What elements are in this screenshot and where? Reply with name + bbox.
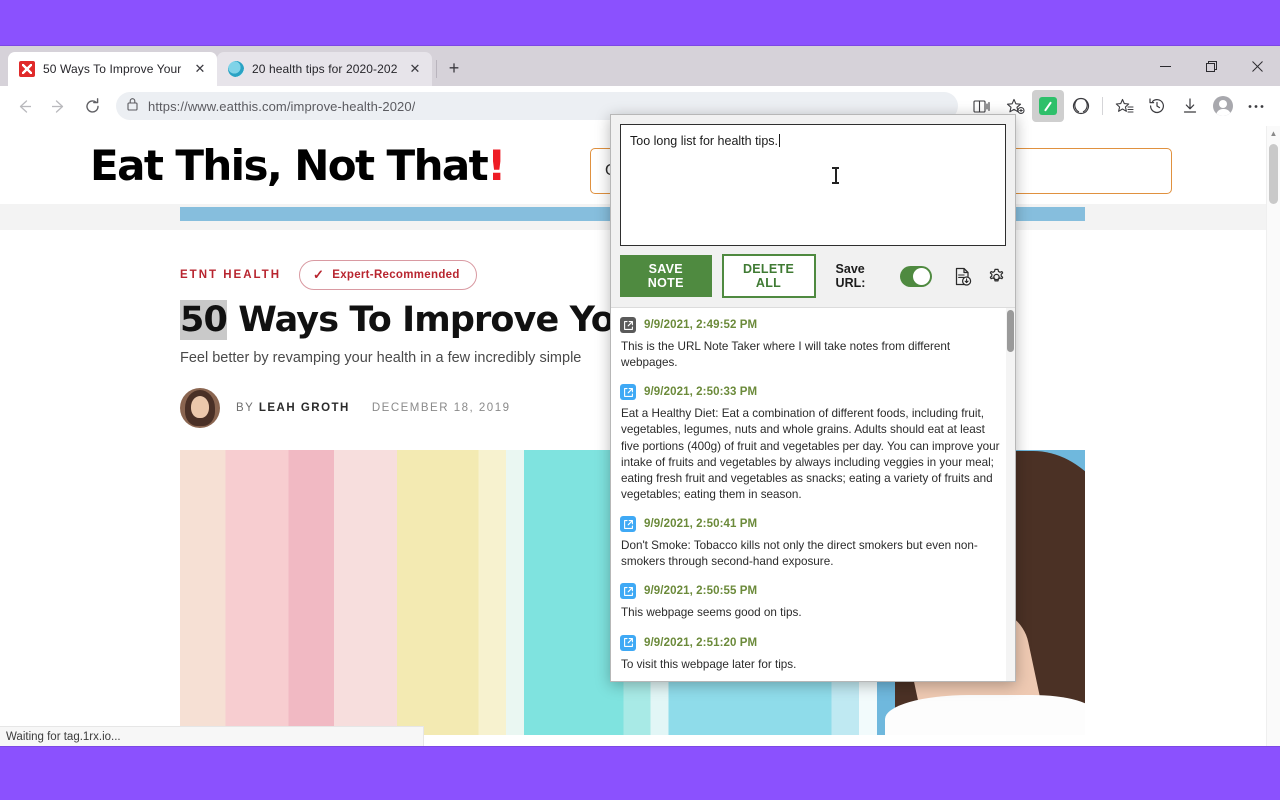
browser-essentials-icon[interactable] (1065, 90, 1097, 122)
note-text: This is the URL Note Taker where I will … (621, 340, 951, 370)
headline-selected-number: 50 (180, 300, 228, 340)
status-text: Waiting for tag.1rx.io... (6, 730, 121, 743)
note-timestamp: 9/9/2021, 2:50:41 PM (644, 518, 758, 531)
note-input-container: Too long list for health tips. (611, 115, 1015, 246)
author-avatar (180, 388, 220, 428)
byline-prefix: BY (236, 402, 259, 414)
tab-title: 50 Ways To Improve Your Health (43, 62, 183, 76)
note-textarea[interactable]: Too long list for health tips. (620, 124, 1006, 246)
note-header: 9/9/2021, 2:50:41 PM (620, 513, 1005, 534)
status-bar: Waiting for tag.1rx.io... (0, 726, 424, 746)
delete-all-button[interactable]: DELETE ALL (721, 254, 816, 298)
hero-shirt (885, 695, 1085, 735)
open-link-icon[interactable] (620, 317, 636, 333)
byline-text: BY LEAH GROTH DECEMBER 18, 2019 (236, 402, 511, 414)
article-category[interactable]: ETNT HEALTH (180, 269, 281, 281)
downloads-icon[interactable] (1174, 90, 1206, 122)
desktop-background: 50 Ways To Improve Your Health ✕ 20 heal… (0, 0, 1280, 800)
open-link-icon[interactable] (620, 384, 636, 401)
forward-arrow-icon[interactable] (42, 90, 74, 122)
new-tab-button[interactable]: + (439, 53, 469, 83)
note-item: 9/9/2021, 2:50:41 PM Don't Smoke: Tobacc… (620, 513, 1005, 578)
note-text: Don't Smoke: Tobacco kills not only the … (621, 539, 978, 569)
note-timestamp: 9/9/2021, 2:50:33 PM (644, 386, 758, 399)
url-note-taker-popup: Too long list for health tips. SAVE NOTE… (610, 114, 1016, 682)
gear-icon[interactable] (987, 265, 1006, 287)
address-bar-url: https://www.eatthis.com/improve-health-2… (148, 98, 416, 114)
saved-notes-list[interactable]: 9/9/2021, 2:49:52 PM This is the URL Not… (611, 307, 1015, 681)
back-arrow-icon[interactable] (8, 90, 40, 122)
profile-avatar-icon[interactable] (1207, 90, 1239, 122)
tab-title: 20 health tips for 2020-2021 (252, 62, 398, 76)
site-logo[interactable]: Eat This, Not That! (90, 140, 506, 190)
browser-tab-inactive[interactable]: 20 health tips for 2020-2021 ✕ (217, 52, 432, 86)
note-timestamp: 9/9/2021, 2:49:52 PM (644, 319, 758, 331)
tab-close-icon[interactable]: ✕ (191, 60, 209, 78)
browser-tab-active[interactable]: 50 Ways To Improve Your Health ✕ (8, 52, 217, 86)
tab-strip: 50 Ways To Improve Your Health ✕ 20 heal… (0, 46, 1280, 86)
export-file-icon[interactable] (954, 265, 972, 287)
note-text: To visit this webpage later for tips. (621, 657, 797, 671)
url-note-taker-extension-icon[interactable] (1032, 90, 1064, 122)
note-text: Eat a Healthy Diet: Eat a combination of… (621, 407, 1000, 501)
reload-icon[interactable] (76, 90, 108, 122)
note-timestamp: 9/9/2021, 2:50:55 PM (644, 585, 758, 598)
page-scrollbar-thumb[interactable] (1269, 144, 1278, 204)
note-item: 9/9/2021, 2:49:52 PM This is the URL Not… (620, 314, 1005, 379)
save-note-button[interactable]: SAVE NOTE (620, 255, 712, 297)
byline-date: DECEMBER 18, 2019 (371, 402, 511, 414)
note-item: 9/9/2021, 2:50:55 PM This webpage seems … (620, 580, 1005, 629)
save-url-toggle[interactable] (899, 265, 932, 287)
save-url-label: Save URL: (835, 262, 866, 290)
toolbar-separator (1102, 97, 1103, 115)
tab-favicon-healthtips (228, 61, 244, 77)
tab-favicon-eatthis (19, 61, 35, 77)
note-header: 9/9/2021, 2:51:20 PM (620, 632, 1005, 653)
note-header: 9/9/2021, 2:50:55 PM (620, 580, 1005, 601)
favorites-icon[interactable] (1108, 90, 1140, 122)
lock-icon (126, 97, 139, 116)
text-cursor-icon (832, 167, 839, 185)
text-caret (779, 134, 780, 147)
note-header: 9/9/2021, 2:50:33 PM (620, 381, 1005, 402)
note-item: 9/9/2021, 2:51:20 PM To visit this webpa… (620, 632, 1005, 681)
restore-button[interactable] (1188, 46, 1234, 86)
open-link-icon[interactable] (620, 516, 636, 533)
check-icon: ✓ (313, 267, 325, 282)
window-controls (1142, 46, 1280, 86)
site-logo-text: Eat This, Not That (90, 140, 489, 190)
notes-scrollbar[interactable] (1006, 308, 1015, 681)
note-text: This webpage seems good on tips. (621, 606, 802, 620)
avatar (1213, 96, 1233, 116)
note-textarea-value: Too long list for health tips. (630, 134, 778, 148)
minimize-button[interactable] (1142, 46, 1188, 86)
history-icon[interactable] (1141, 90, 1173, 122)
page-scrollbar[interactable]: ▲ (1266, 126, 1280, 746)
open-link-icon[interactable] (620, 634, 636, 651)
site-logo-exclamation: ! (487, 140, 506, 190)
notes-scrollbar-thumb[interactable] (1007, 310, 1014, 352)
settings-more-icon[interactable] (1240, 90, 1272, 122)
tab-close-icon[interactable]: ✕ (406, 60, 424, 78)
badge-label: Expert-Recommended (332, 269, 460, 281)
popup-toolbar: SAVE NOTE DELETE ALL Save URL: (611, 246, 1015, 307)
close-button[interactable] (1234, 46, 1280, 86)
note-header: 9/9/2021, 2:49:52 PM (620, 314, 1005, 335)
scroll-up-arrow-icon[interactable]: ▲ (1267, 126, 1280, 140)
byline-author[interactable]: LEAH GROTH (259, 402, 350, 414)
note-pencil-icon (1039, 97, 1057, 115)
note-timestamp: 9/9/2021, 2:51:20 PM (644, 636, 758, 649)
tab-separator (436, 60, 437, 78)
expert-recommended-badge: ✓ Expert-Recommended (299, 260, 477, 290)
open-link-icon[interactable] (620, 583, 636, 600)
note-item: 9/9/2021, 2:50:33 PM Eat a Healthy Diet:… (620, 381, 1005, 511)
